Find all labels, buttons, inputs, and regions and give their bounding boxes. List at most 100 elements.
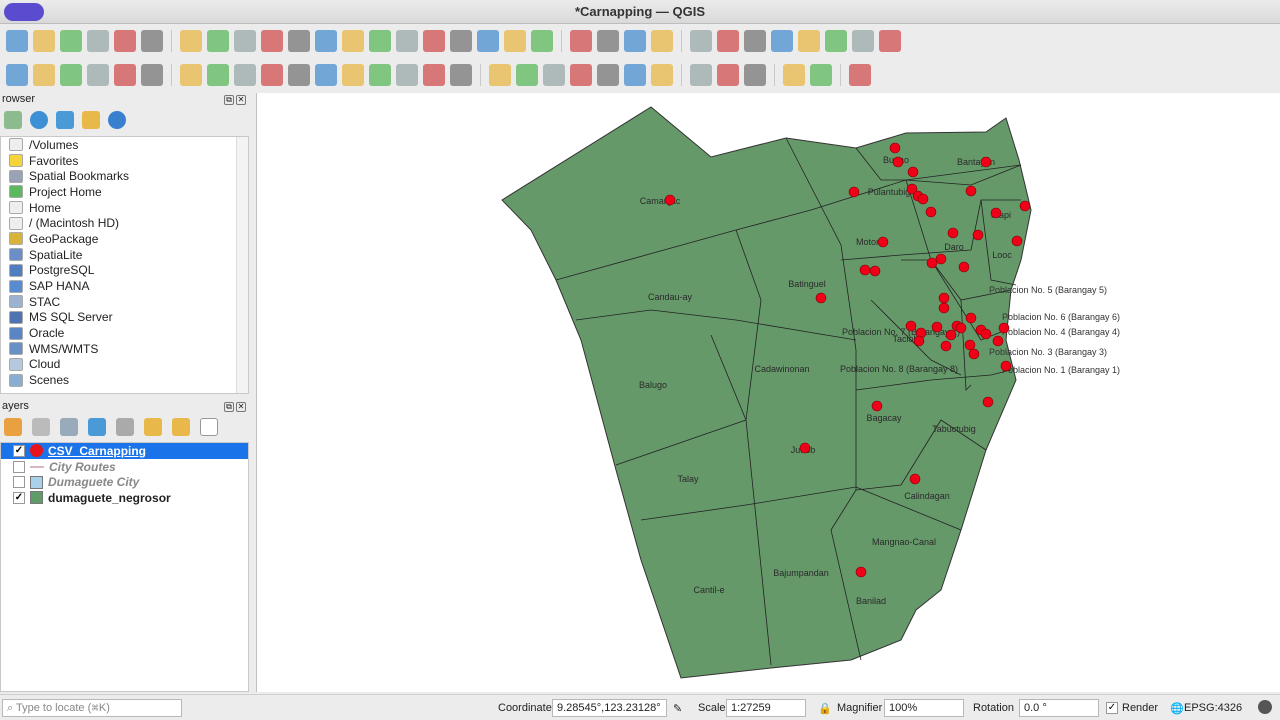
- map-svg[interactable]: CamanjacBunaoBantayanPulantubigPiapiMoto…: [257, 93, 1280, 692]
- vertex-tool-icon[interactable]: [288, 64, 310, 86]
- close-panel-button[interactable]: ✕: [236, 95, 246, 105]
- copy-icon[interactable]: [369, 64, 391, 86]
- zoom-native-icon[interactable]: [369, 30, 391, 52]
- wms-search-icon[interactable]: [690, 64, 712, 86]
- measure-icon[interactable]: [825, 30, 847, 52]
- browser-item[interactable]: Spatial Bookmarks: [1, 168, 248, 184]
- edit-icon[interactable]: [180, 64, 202, 86]
- save-as-icon[interactable]: [87, 30, 109, 52]
- messages-icon[interactable]: [1258, 700, 1272, 714]
- close-panel-button[interactable]: ✕: [236, 402, 246, 412]
- new-bookmark-icon[interactable]: [450, 30, 472, 52]
- new-temp-icon[interactable]: [141, 64, 163, 86]
- new-geopackage-icon[interactable]: [33, 64, 55, 86]
- mouse-icon[interactable]: ✎: [673, 702, 682, 715]
- deselect-icon[interactable]: [624, 30, 646, 52]
- osm-icon[interactable]: [744, 64, 766, 86]
- expression-icon[interactable]: [116, 418, 134, 436]
- delete-icon[interactable]: [315, 64, 337, 86]
- browser-item[interactable]: SAP HANA: [1, 278, 248, 294]
- app-icon[interactable]: [4, 3, 44, 21]
- globe-icon[interactable]: 🌐: [1170, 702, 1184, 715]
- eye-icon[interactable]: [60, 418, 78, 436]
- float-panel-button[interactable]: ⧉: [224, 95, 234, 105]
- browser-item[interactable]: /Volumes: [1, 137, 248, 153]
- browser-item[interactable]: GeoPackage: [1, 231, 248, 247]
- show-bookmarks-icon[interactable]: [477, 30, 499, 52]
- expand-all-icon[interactable]: [144, 418, 162, 436]
- map-canvas[interactable]: CamanjacBunaoBantayanPulantubigPiapiMoto…: [256, 93, 1280, 692]
- toggle-edit-icon[interactable]: [207, 64, 229, 86]
- browser-item[interactable]: PostgreSQL: [1, 263, 248, 279]
- save-edits-icon[interactable]: [234, 64, 256, 86]
- temporal-controller-icon[interactable]: [504, 30, 526, 52]
- layer-item[interactable]: ✓ CSV_Carnapping: [1, 443, 248, 459]
- zoom-next-icon[interactable]: [423, 30, 445, 52]
- new-project-icon[interactable]: [6, 30, 28, 52]
- select-features-icon[interactable]: [570, 30, 592, 52]
- identify-icon[interactable]: [690, 30, 712, 52]
- attribute-table-icon[interactable]: [717, 30, 739, 52]
- scale-combo[interactable]: 1:27259: [726, 699, 806, 717]
- collapse-all-icon[interactable]: [172, 418, 190, 436]
- layer-item[interactable]: City Routes: [1, 459, 248, 475]
- python-icon[interactable]: [783, 64, 805, 86]
- data-source-manager-icon[interactable]: [6, 64, 28, 86]
- change-label-icon[interactable]: [651, 64, 673, 86]
- browser-item[interactable]: Cloud: [1, 357, 248, 373]
- rotation-spinbox[interactable]: 0.0 °: [1019, 699, 1099, 717]
- label-tool-icon[interactable]: [489, 64, 511, 86]
- map-tips-icon[interactable]: [852, 30, 874, 52]
- float-panel-button[interactable]: ⧉: [224, 402, 234, 412]
- metasearch-icon[interactable]: [717, 64, 739, 86]
- pan-to-selection-icon[interactable]: [207, 30, 229, 52]
- annotation-icon[interactable]: [879, 30, 901, 52]
- refresh-icon[interactable]: [30, 111, 48, 129]
- new-virtual-icon[interactable]: [114, 64, 136, 86]
- remove-layer-icon[interactable]: [200, 418, 218, 436]
- browser-item[interactable]: WMS/WMTS: [1, 341, 248, 357]
- zoom-full-icon[interactable]: [288, 30, 310, 52]
- browser-item[interactable]: Favorites: [1, 153, 248, 169]
- plugin-icon[interactable]: [810, 64, 832, 86]
- browser-item[interactable]: Scenes: [1, 372, 248, 388]
- browser-item[interactable]: SpatiaLite: [1, 247, 248, 263]
- digitize-icon[interactable]: [261, 64, 283, 86]
- filter-icon[interactable]: [88, 418, 106, 436]
- browser-scrollbar[interactable]: [236, 137, 248, 393]
- layer-item[interactable]: ✓ dumaguete_negrosor: [1, 490, 248, 506]
- rotate-label-icon[interactable]: [624, 64, 646, 86]
- zoom-to-layer-icon[interactable]: [342, 30, 364, 52]
- layer-item[interactable]: Dumaguete City: [1, 474, 248, 490]
- zoom-to-selection-icon[interactable]: [315, 30, 337, 52]
- layer-visibility-checkbox[interactable]: ✓: [13, 491, 25, 504]
- zoom-last-icon[interactable]: [396, 30, 418, 52]
- render-checkbox[interactable]: ✓: [1106, 702, 1118, 714]
- open-table-icon[interactable]: [798, 30, 820, 52]
- redo-icon[interactable]: [450, 64, 472, 86]
- diagram-icon[interactable]: [516, 64, 538, 86]
- paste-icon[interactable]: [396, 64, 418, 86]
- locate-input[interactable]: ⌕ Type to locate (⌘K): [2, 699, 182, 717]
- layer-visibility-checkbox[interactable]: [13, 460, 25, 473]
- info-icon[interactable]: [108, 111, 126, 129]
- open-project-icon[interactable]: [33, 30, 55, 52]
- browser-item[interactable]: Home: [1, 200, 248, 216]
- zoom-out-icon[interactable]: [261, 30, 283, 52]
- style-icon[interactable]: [4, 418, 22, 436]
- pan-icon[interactable]: [180, 30, 202, 52]
- add-group-icon[interactable]: [32, 418, 50, 436]
- add-layer-icon[interactable]: [4, 111, 22, 129]
- pin-labels-icon[interactable]: [543, 64, 565, 86]
- statistics-icon[interactable]: [771, 30, 793, 52]
- processing-icon[interactable]: [744, 30, 766, 52]
- lock-icon[interactable]: 🔒: [818, 702, 832, 715]
- browser-item[interactable]: Oracle: [1, 325, 248, 341]
- crs-button[interactable]: EPSG:4326: [1184, 702, 1242, 714]
- select-location-icon[interactable]: [651, 30, 673, 52]
- layer-visibility-checkbox[interactable]: [13, 476, 25, 489]
- browser-item[interactable]: STAC: [1, 294, 248, 310]
- layer-visibility-checkbox[interactable]: ✓: [13, 444, 25, 457]
- browser-item[interactable]: Project Home: [1, 184, 248, 200]
- browser-item[interactable]: / (Macintosh HD): [1, 215, 248, 231]
